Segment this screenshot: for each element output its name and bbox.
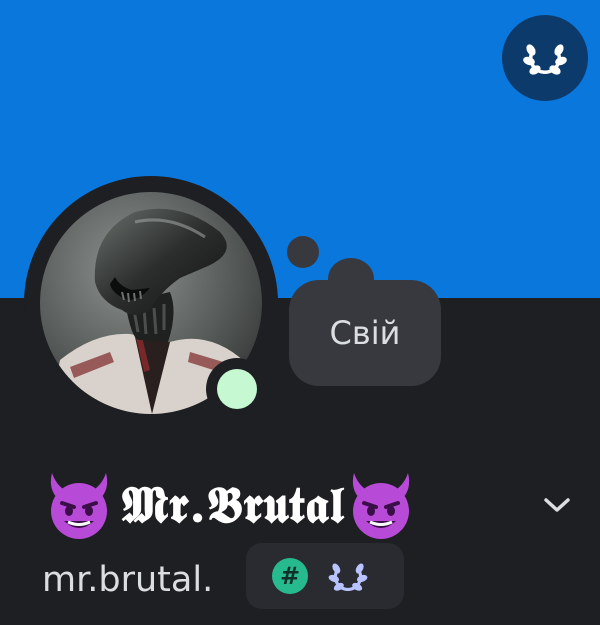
laurel-badge-icon <box>328 563 368 591</box>
display-name: 𝕸𝖗.𝕭𝖗𝖚𝖙𝖆𝖑 <box>122 475 345 534</box>
hash-badge[interactable]: # <box>270 556 310 596</box>
custom-status-text: Свій <box>329 314 401 352</box>
hash-badge-icon: # <box>272 558 308 594</box>
custom-status-bubble[interactable]: Свій <box>289 280 441 386</box>
online-status-indicator <box>217 369 257 409</box>
chevron-down-icon <box>544 498 570 512</box>
smiling-devil-icon <box>50 473 108 539</box>
smiling-devil-icon <box>353 473 410 539</box>
username: mr.brutal. <box>42 560 214 600</box>
expand-profile-button[interactable] <box>540 488 574 522</box>
nitro-button[interactable] <box>502 15 588 101</box>
profile-badges: # <box>246 543 404 609</box>
laurel-badge[interactable] <box>328 556 368 596</box>
status-bubble-tail-small <box>287 236 319 268</box>
display-name-row: 𝕸𝖗.𝕭𝖗𝖚𝖙𝖆𝖑 <box>44 468 584 542</box>
nitro-laurel-icon <box>523 44 567 75</box>
